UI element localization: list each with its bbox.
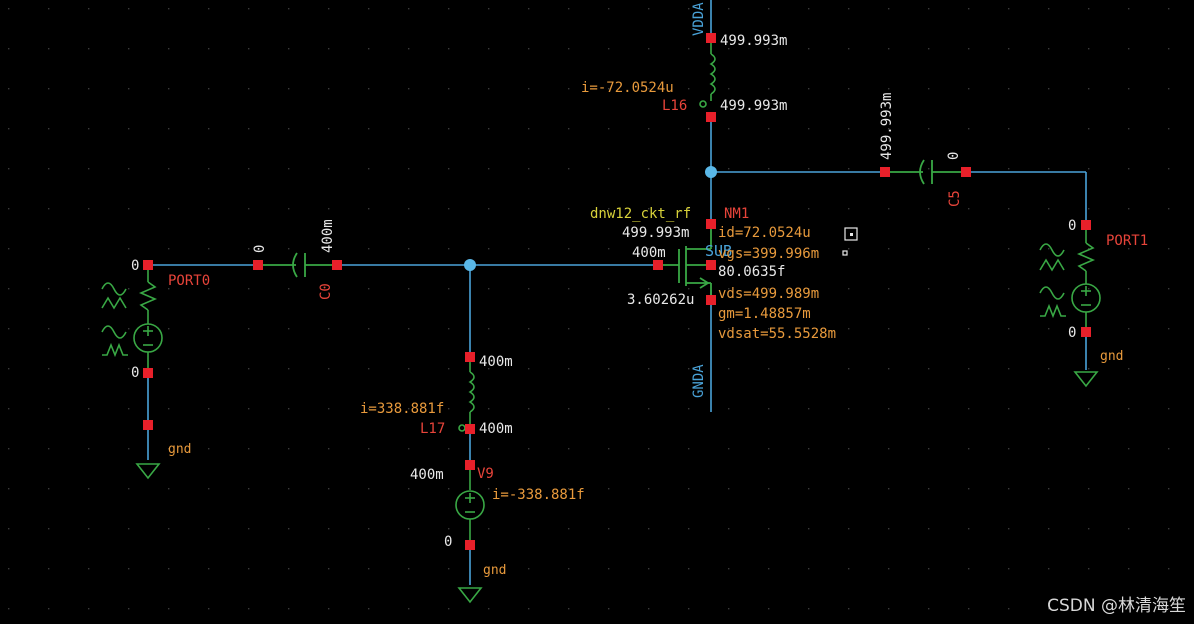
l16-instance-name: L16 — [662, 98, 687, 114]
nm1-vdsat: vdsat=55.5528m — [718, 326, 836, 342]
nm1-instance-name: NM1 — [724, 206, 749, 222]
v9-current: i=-338.881f — [492, 487, 585, 503]
nm1-source-voltage: 3.60262u — [627, 292, 694, 308]
v9-top-voltage: 400m — [410, 467, 444, 483]
l16-current: i=-72.0524u — [581, 80, 674, 96]
c5-left-voltage: 499.993m — [879, 93, 895, 160]
v9-instance-name: V9 — [477, 466, 494, 482]
nm1-bulk-voltage: 80.0635f — [718, 264, 785, 280]
selection-marker-dot — [850, 233, 853, 236]
c0-instance-name: C0 — [318, 283, 334, 300]
nm1-drain-voltage: 499.993m — [622, 225, 689, 241]
watermark: CSDN @林清海笙 — [1047, 596, 1186, 616]
l17-current: i=338.881f — [360, 401, 444, 417]
port1-instance-name: PORT1 — [1106, 233, 1148, 249]
l16-top-voltage: 499.993m — [720, 33, 787, 49]
l17-top-voltage: 400m — [479, 354, 513, 370]
l17-bottom-voltage: 400m — [479, 421, 513, 437]
gnd-label-port0: gnd — [168, 442, 191, 457]
nm1-gate-voltage: 400m — [632, 245, 666, 261]
port0-top-voltage: 0 — [131, 258, 139, 274]
nm1-gm: gm=1.48857m — [718, 306, 811, 322]
nm1-vgs: vgs=399.996m — [718, 246, 819, 262]
gnd-label-port1: gnd — [1100, 349, 1123, 364]
l16-bottom-voltage: 499.993m — [720, 98, 787, 114]
port1-bottom-voltage: 0 — [1068, 325, 1076, 341]
gnd-label-v9: gnd — [483, 563, 506, 578]
c0-left-voltage: 0 — [252, 245, 268, 253]
c0-right-voltage: 400m — [320, 219, 336, 253]
net-label-gnda: GNDA — [691, 364, 707, 398]
nm1-model-name: dnw12_ckt_rf — [590, 206, 691, 222]
nm1-vds: vds=499.989m — [718, 286, 819, 302]
port0-instance-name: PORT0 — [168, 273, 210, 289]
c5-instance-name: C5 — [947, 190, 963, 207]
nm1-id: id=72.0524u — [718, 225, 811, 241]
port0-bottom-voltage: 0 — [131, 365, 139, 381]
net-label-vdda: VDDA — [691, 2, 707, 36]
v9-bottom-voltage: 0 — [444, 534, 452, 550]
l17-instance-name: L17 — [420, 421, 445, 437]
c5-right-voltage: 0 — [946, 152, 962, 160]
schematic-canvas[interactable]: VDDA GNDA SUB 499.993m 499.993m 499.993m… — [0, 0, 1194, 624]
port1-top-voltage: 0 — [1068, 218, 1076, 234]
